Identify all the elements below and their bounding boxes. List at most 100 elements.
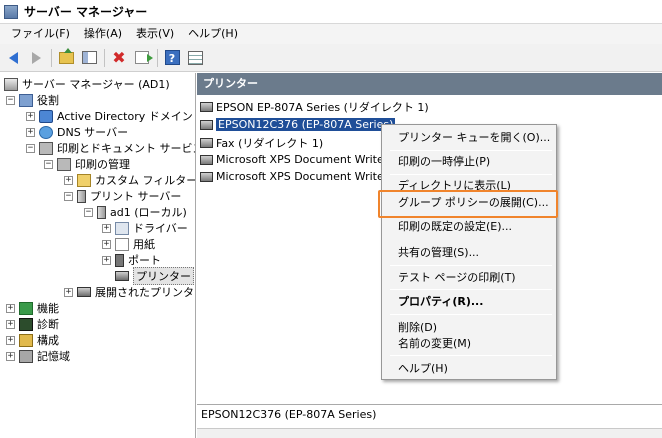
menu-pause-printing[interactable]: 印刷の一時停止(P): [384, 151, 554, 173]
up-folder-icon: [58, 47, 74, 64]
expand-icon[interactable]: +: [6, 351, 15, 361]
expand-icon[interactable]: +: [64, 175, 73, 185]
tree-item-dns-server[interactable]: + DNS サーバー: [26, 124, 128, 140]
dns-icon: [39, 125, 53, 139]
tree-item-print-servers[interactable]: − プリント サーバー: [64, 188, 181, 204]
printer-row[interactable]: Fax (リダイレクト 1): [200, 134, 323, 151]
tree-item-forms[interactable]: + 用紙: [102, 236, 155, 252]
tree-item-custom-filters[interactable]: + カスタム フィルター: [64, 172, 195, 188]
navigation-tree[interactable]: サーバー マネージャー (AD1) − 役割 + Active Director…: [0, 73, 196, 438]
context-menu: プリンター キューを開く(O)... 印刷の一時停止(P) ディレクトリに表示(…: [381, 124, 557, 380]
tree-item-print-management[interactable]: − 印刷の管理: [44, 156, 130, 172]
menu-view[interactable]: 表示(V): [129, 24, 181, 44]
pane-header: プリンター: [197, 73, 662, 95]
forward-icon: [31, 51, 41, 64]
tree-item-drivers[interactable]: + ドライバー: [102, 220, 188, 236]
printer-icon: [200, 101, 213, 112]
up-one-level-button[interactable]: [55, 47, 77, 69]
driver-icon: [115, 221, 129, 235]
collapse-icon[interactable]: −: [44, 159, 53, 169]
expand-icon[interactable]: +: [6, 335, 15, 345]
menu-open-printer-queue[interactable]: プリンター キューを開く(O)...: [384, 127, 554, 149]
print-management-icon: [57, 157, 71, 171]
menu-help-item[interactable]: ヘルプ(H): [384, 358, 554, 380]
collapse-icon[interactable]: −: [84, 207, 93, 217]
back-icon: [8, 51, 18, 64]
toolbar-separator: [51, 48, 52, 67]
properties-icon: [187, 50, 203, 65]
printer-row[interactable]: EPSON EP-807A Series (リダイレクト 1): [200, 98, 429, 115]
expand-icon[interactable]: +: [26, 127, 35, 137]
delete-button[interactable]: ✖: [108, 47, 130, 69]
storage-icon: [19, 349, 33, 363]
menu-help[interactable]: ヘルプ(H): [181, 24, 245, 44]
expand-icon[interactable]: +: [6, 319, 15, 329]
port-icon: [115, 253, 124, 267]
tree-item-print-services[interactable]: − 印刷とドキュメント サービス: [26, 140, 195, 156]
menu-file[interactable]: ファイル(F): [4, 24, 77, 44]
filter-folder-icon: [77, 173, 91, 187]
menu-properties[interactable]: プロパティ(R)...: [384, 291, 554, 313]
menu-bar: ファイル(F) 操作(A) 表示(V) ヘルプ(H): [0, 24, 662, 44]
server-icon: [97, 205, 106, 219]
printer-row-selected[interactable]: EPSON12C376 (EP-807A Series): [200, 116, 396, 133]
toolbar-separator: [104, 48, 105, 67]
collapse-icon[interactable]: −: [26, 143, 35, 153]
expand-icon[interactable]: +: [6, 303, 15, 313]
menu-set-printing-defaults[interactable]: 印刷の既定の設定(E)...: [384, 216, 554, 238]
properties-button[interactable]: [184, 47, 206, 69]
printer-icon: [115, 271, 129, 281]
server-manager-icon: [4, 4, 18, 19]
menu-separator: [390, 265, 552, 266]
tree-item-features[interactable]: + 機能: [6, 300, 59, 316]
menu-manage-sharing[interactable]: 共有の管理(S)...: [384, 242, 554, 264]
menu-separator: [390, 289, 552, 290]
delete-icon: ✖: [112, 47, 126, 67]
server-manager-icon: [4, 77, 18, 91]
configuration-icon: [19, 333, 33, 347]
tree-item-roles[interactable]: − 役割: [6, 92, 59, 108]
printer-row[interactable]: Microsoft XPS Document Writer: [200, 151, 388, 168]
menu-deploy-group-policy[interactable]: グループ ポリシーの展開(C)...: [384, 192, 554, 214]
tree-item-diagnostics[interactable]: + 診断: [6, 316, 59, 332]
tree-item-ports[interactable]: + ポート: [102, 252, 161, 268]
window-title: サーバー マネージャー: [24, 5, 148, 19]
menu-print-test-page[interactable]: テスト ページの印刷(T): [384, 267, 554, 289]
tree-item-deployed-printers[interactable]: + 展開されたプリンター: [64, 284, 195, 300]
printer-icon: [200, 154, 213, 165]
back-button[interactable]: [2, 47, 24, 69]
menu-action[interactable]: 操作(A): [77, 24, 129, 44]
title-bar: サーバー マネージャー: [0, 0, 662, 24]
fax-icon: [200, 137, 213, 148]
collapse-icon[interactable]: −: [64, 191, 73, 201]
expand-icon[interactable]: +: [102, 255, 111, 265]
collapse-icon[interactable]: −: [6, 95, 15, 105]
show-hide-tree-button[interactable]: [78, 47, 100, 69]
print-server-icon: [77, 189, 86, 203]
expand-icon[interactable]: +: [102, 223, 111, 233]
diagnostics-icon: [19, 317, 33, 331]
expand-icon[interactable]: +: [64, 287, 73, 297]
paper-icon: [115, 237, 129, 251]
expand-icon[interactable]: +: [26, 111, 35, 121]
features-icon: [19, 301, 33, 315]
export-list-button[interactable]: [131, 47, 153, 69]
printer-icon: [200, 171, 213, 182]
forward-button[interactable]: [25, 47, 47, 69]
horizontal-scrollbar[interactable]: [197, 428, 662, 438]
menu-separator: [390, 314, 552, 315]
menu-separator: [390, 355, 552, 356]
tree-item-active-directory[interactable]: + Active Directory ドメイン サ: [26, 108, 195, 124]
tree-item-configuration[interactable]: + 構成: [6, 332, 59, 348]
help-button[interactable]: ?: [161, 47, 183, 69]
tree-item-root[interactable]: サーバー マネージャー (AD1): [4, 76, 170, 92]
tree-item-storage[interactable]: + 記憶域: [6, 348, 70, 364]
menu-rename[interactable]: 名前の変更(M): [384, 333, 554, 355]
printer-row[interactable]: Microsoft XPS Document Writer: [200, 168, 388, 185]
tree-item-printers[interactable]: プリンター: [102, 267, 194, 285]
expand-icon[interactable]: +: [102, 239, 111, 249]
toolbar-separator: [157, 48, 158, 67]
help-icon: ?: [164, 50, 180, 65]
toolbar: ✖ ?: [0, 44, 662, 72]
tree-item-ad1-local[interactable]: − ad1 (ローカル): [84, 204, 187, 220]
